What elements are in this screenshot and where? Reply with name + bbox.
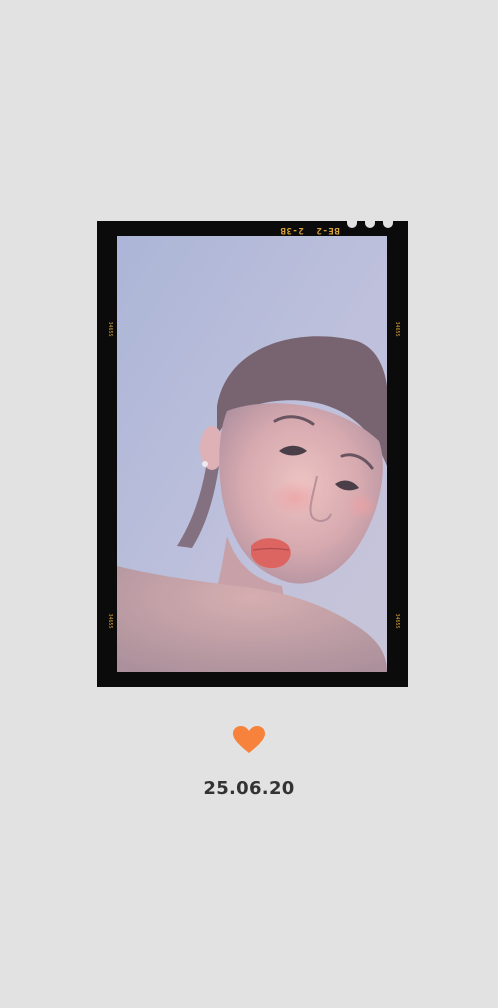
film-edge-mark: 3465S — [394, 613, 400, 629]
frame-code-left: 2-3B — [280, 225, 304, 235]
portrait-photo — [117, 236, 387, 672]
sprocket-hole — [347, 220, 357, 228]
date-label: 25.06.20 — [203, 778, 295, 799]
film-edge-mark: 3465S — [107, 613, 113, 629]
sprocket-hole — [383, 220, 393, 228]
frame-code-right: BE-2 — [316, 225, 340, 235]
film-edge-mark: 3465S — [107, 321, 113, 337]
heart-icon[interactable] — [233, 726, 265, 754]
film-edge-mark: 3465S — [394, 321, 400, 337]
portrait-illustration — [117, 236, 387, 672]
sprocket-hole — [365, 220, 375, 228]
collage-page: 2-3B BE-2 3465S 3465S 3465S 3465S 25.06.… — [0, 0, 498, 1008]
film-frame: 2-3B BE-2 3465S 3465S 3465S 3465S — [97, 220, 408, 687]
